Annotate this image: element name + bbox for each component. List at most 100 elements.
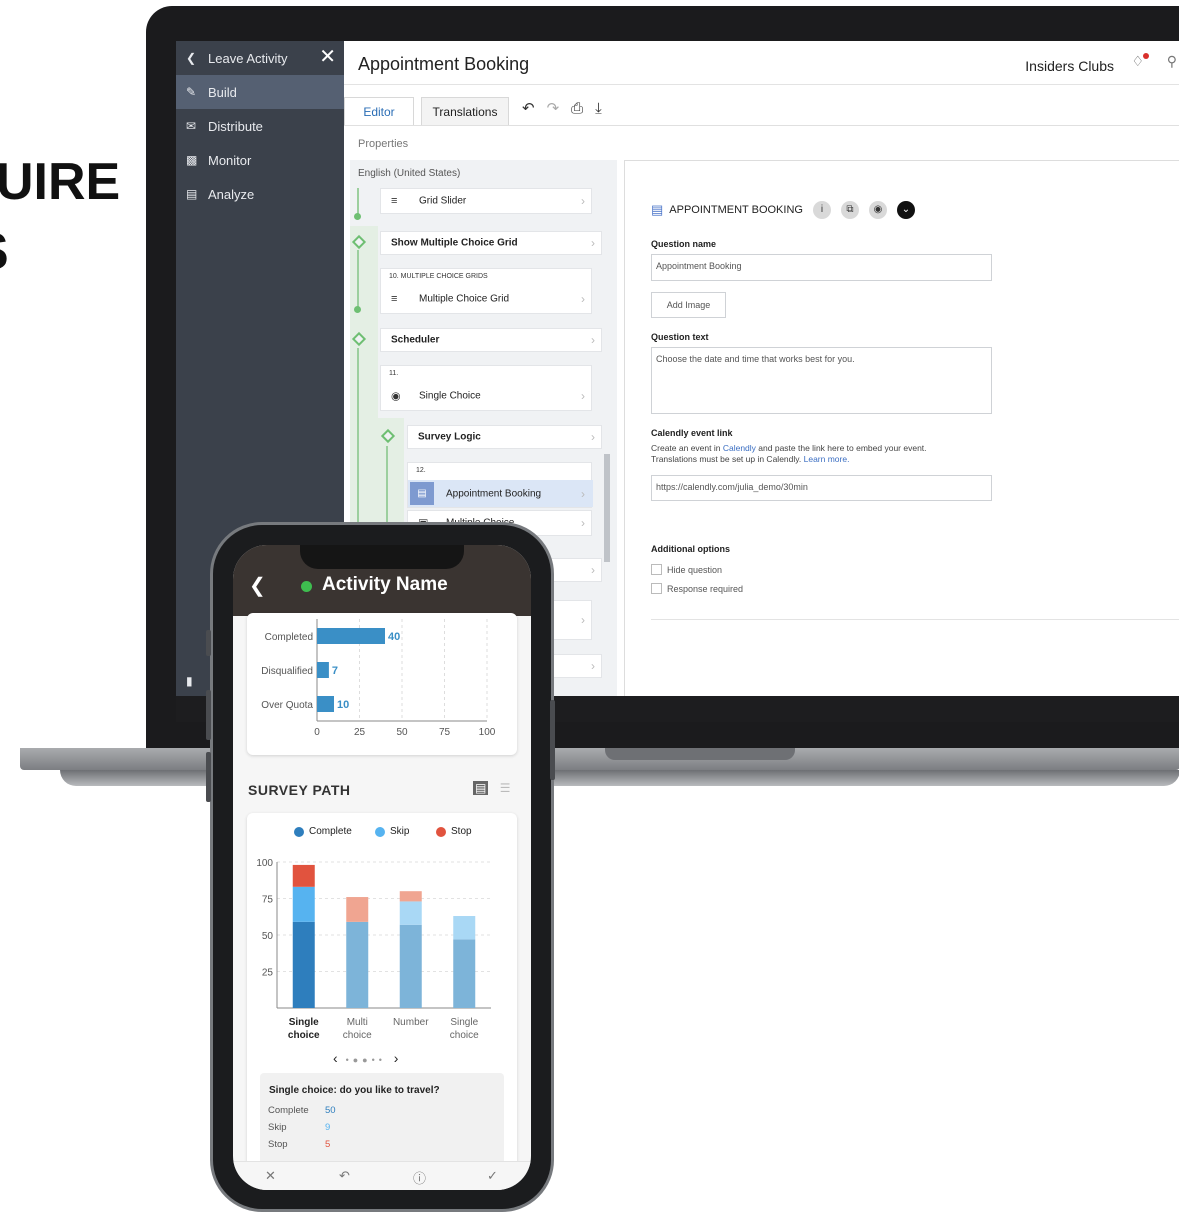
toolbar-icons: ↶↷⎙⤓ xyxy=(522,99,614,117)
hide-question-checkbox[interactable]: Hide question xyxy=(651,564,722,575)
question-text-label: Question text xyxy=(651,332,709,342)
x-tick-label: 25 xyxy=(354,727,366,738)
question-heading: APPOINTMENT BOOKING xyxy=(669,204,803,216)
legend-swatch xyxy=(436,826,446,837)
response-required-checkbox[interactable]: Response required xyxy=(651,583,743,594)
preview-icon[interactable]: ◉ xyxy=(868,201,887,219)
sidebar-item-analyze[interactable]: ▤ Analyze xyxy=(176,177,344,211)
phone-button xyxy=(550,700,555,780)
add-image-button[interactable]: Add Image xyxy=(651,292,726,318)
hero-heading-line2: S xyxy=(0,222,9,282)
status-chart-card: 0 25 50 75 100 Completed 40 Disqualified 7 Over Q… xyxy=(247,613,517,755)
chevron-right-icon: › xyxy=(581,292,585,306)
category-label: Completed xyxy=(265,632,313,643)
info-icon[interactable]: ⓘ xyxy=(413,1168,426,1187)
learn-more-link[interactable]: Learn more. xyxy=(804,454,850,464)
stack-segment-skip xyxy=(399,901,422,925)
tree-section-scheduler[interactable]: Scheduler › xyxy=(380,328,602,352)
data-label: 10 xyxy=(337,699,349,711)
category-label: Disqualified xyxy=(261,666,313,677)
redo-icon[interactable]: ↷ xyxy=(547,100,572,117)
checkbox-icon xyxy=(651,564,662,575)
calendly-url-input[interactable]: https://calendly.com/julia_demo/30min xyxy=(651,475,992,501)
survey-path-chart: 25 50 75 100 Single choice Multi choice Number Si… xyxy=(256,858,491,1041)
phone-header: ❮ Activity Name xyxy=(233,545,531,616)
phone-notch xyxy=(300,545,464,569)
calendly-link[interactable]: Calendly xyxy=(723,443,756,453)
tree-item-grid-slider[interactable]: ≡ Grid Slider › xyxy=(380,188,592,214)
close-icon[interactable]: ✕ xyxy=(265,1168,276,1184)
properties-panel: ▤ APPOINTMENT BOOKING i ⧉ ◉ ⌄ Question n… xyxy=(624,160,1179,696)
stack-segment-stop xyxy=(346,897,369,922)
sidebar-item-build[interactable]: ✎ Build xyxy=(176,75,344,109)
detail-skip-label: Skip xyxy=(268,1122,287,1133)
close-icon[interactable]: ✕ xyxy=(319,44,336,69)
y-tick-label: 50 xyxy=(262,931,274,942)
chart-pager: ‹ •●●•• › xyxy=(333,1050,398,1066)
language-label: English (United States) xyxy=(358,168,461,179)
question-header: ▤ APPOINTMENT BOOKING i ⧉ ◉ ⌄ xyxy=(651,201,915,219)
folder-icon[interactable]: ▮ xyxy=(186,674,193,688)
tree-section-survey-logic[interactable]: Survey Logic › xyxy=(407,425,602,449)
tab-editor[interactable]: Editor xyxy=(344,97,414,126)
undo-icon[interactable]: ↶ xyxy=(522,100,547,117)
detail-stop-value: 5 xyxy=(325,1139,331,1150)
print-icon[interactable]: ⎙ xyxy=(571,100,595,117)
detail-stop-label: Stop xyxy=(268,1139,288,1150)
prev-icon[interactable]: ‹ xyxy=(333,1050,338,1066)
check-icon[interactable]: ✓ xyxy=(487,1168,498,1184)
reply-icon[interactable]: ↶ xyxy=(339,1168,350,1184)
org-name[interactable]: Insiders Clubs xyxy=(1025,58,1114,74)
category-label: Multi xyxy=(347,1017,368,1028)
tree-section-label: Show Multiple Choice Grid xyxy=(391,237,518,249)
tree-section-show-multiple-choice-grid[interactable]: Show Multiple Choice Grid › xyxy=(380,231,602,255)
duplicate-icon[interactable]: ⧉ xyxy=(840,201,859,219)
phone-button xyxy=(206,690,211,740)
chart-view-icon[interactable]: ▤ xyxy=(473,781,489,795)
sidebar-item-label: Build xyxy=(208,84,237,100)
question-name-input[interactable]: Appointment Booking xyxy=(651,254,992,281)
question-text-input[interactable]: Choose the date and time that works best… xyxy=(651,347,992,414)
monitor-icon: ▩ xyxy=(186,153,198,167)
phone-button xyxy=(206,752,211,802)
category-label: choice xyxy=(343,1030,372,1041)
sidebar-item-label: Monitor xyxy=(208,152,252,168)
tree-item-label: Grid Slider xyxy=(419,195,467,207)
chevron-down-icon[interactable]: ⌄ xyxy=(896,201,915,219)
chevron-right-icon: › xyxy=(591,236,595,250)
calendar-icon: ▤ xyxy=(410,482,434,505)
list-view-icon[interactable]: ☰ xyxy=(500,781,511,795)
leave-activity-label: Leave Activity xyxy=(208,50,288,66)
grid-icon: ≡ xyxy=(391,293,398,305)
sidebar-item-monitor[interactable]: ▩ Monitor xyxy=(176,143,344,177)
tree-item-single-choice[interactable]: 11. ◉ Single Choice › xyxy=(380,365,592,411)
sidebar-item-label: Analyze xyxy=(208,186,255,202)
tree-scrollbar[interactable] xyxy=(604,454,610,562)
tab-translations[interactable]: Translations xyxy=(421,97,509,126)
info-icon[interactable]: i xyxy=(812,201,831,219)
top-bar: Appointment Booking Insiders Clubs ♢ ⚲ xyxy=(344,41,1179,85)
search-icon[interactable]: ⚲ xyxy=(1167,53,1177,70)
category-label: Number xyxy=(393,1017,429,1028)
hero-heading-line1: UIRE xyxy=(0,153,121,211)
question-number-tag: 12. xyxy=(416,467,426,474)
page-dots: •●●•• xyxy=(345,1055,386,1065)
envelope-icon: ✉ xyxy=(186,119,197,133)
tree-item-appointment-booking[interactable]: 12. ▤ Appointment Booking › xyxy=(407,462,593,508)
legend-stop: Stop xyxy=(436,826,472,837)
category-label: choice xyxy=(288,1030,320,1041)
stack-segment-stop xyxy=(292,864,315,887)
tree-item-label: Appointment Booking xyxy=(446,488,542,500)
sidebar-item-distribute[interactable]: ✉ Distribute xyxy=(176,109,344,143)
download-icon[interactable]: ⤓ xyxy=(595,100,614,117)
phone-screen: ❮ Activity Name 0 25 50 75 100 Completed 40 Dis… xyxy=(233,545,531,1190)
chevron-right-icon: › xyxy=(591,333,595,347)
chevron-right-icon: › xyxy=(591,659,595,673)
chevron-right-icon: › xyxy=(591,430,595,444)
next-icon[interactable]: › xyxy=(394,1050,399,1066)
chevron-right-icon: › xyxy=(581,516,585,530)
back-icon[interactable]: ❮ xyxy=(249,573,266,598)
stack-segment-complete xyxy=(292,921,315,1008)
tree-dot xyxy=(354,213,361,220)
tree-item-multiple-choice-grid[interactable]: 10. MULTIPLE CHOICE GRIDS ≡ Multiple Cho… xyxy=(380,268,592,314)
